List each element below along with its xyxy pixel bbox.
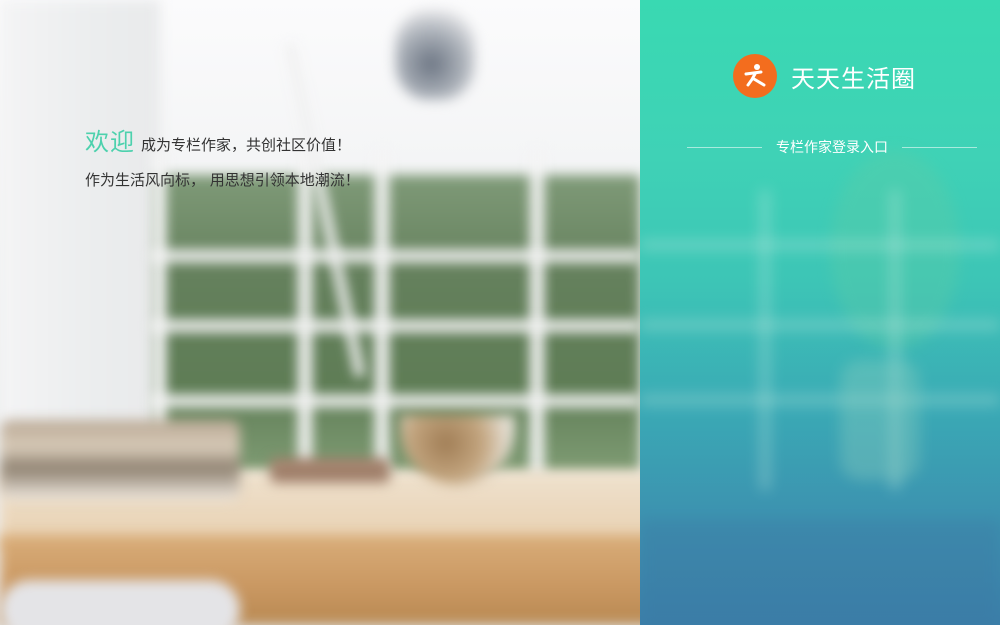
welcome-line-1: 欢迎 成为专栏作家，共创社区价值！ (85, 122, 360, 157)
brand: 天天生活圈 (733, 54, 916, 98)
photo-window-frame (530, 150, 544, 480)
panel-photo-desk (640, 520, 1000, 625)
login-entry-heading: 专栏作家登录入口 (687, 137, 977, 157)
running-person-icon (733, 54, 777, 98)
panel-photo-frame (640, 240, 1000, 250)
photo-lamp-head (395, 10, 475, 100)
panel-photo-frame (640, 395, 1000, 405)
photo-books (0, 420, 240, 500)
login-page: 欢迎 成为专栏作家，共创社区价值！ 作为生活风向标， 用思想引领本地潮流！ 天天… (0, 0, 1000, 625)
divider-right (902, 146, 977, 148)
panel-photo-frame (640, 320, 1000, 330)
photo-window-frame (150, 250, 640, 262)
divider-left (687, 146, 762, 148)
photo-window-frame (298, 150, 312, 480)
photo-cloth (0, 580, 240, 625)
welcome-tagline: 作为生活风向标， 用思想引领本地潮流！ (85, 171, 360, 189)
welcome-subline: 成为专栏作家，共创社区价值！ (141, 136, 352, 154)
login-entry-label: 专栏作家登录入口 (776, 140, 888, 156)
welcome-block: 欢迎 成为专栏作家，共创社区价值！ 作为生活风向标， 用思想引领本地潮流！ (85, 122, 360, 190)
login-panel: 天天生活圈 专栏作家登录入口 (640, 0, 1000, 625)
photo-tray (270, 458, 390, 483)
panel-photo-plant-pot (840, 360, 920, 480)
photo-window-frame (375, 150, 389, 480)
photo-window-frame (150, 320, 640, 332)
brand-name: 天天生活圈 (791, 64, 916, 93)
panel-photo-frame (760, 190, 770, 490)
welcome-headline: 欢迎 (85, 128, 135, 156)
photo-window-frame (150, 395, 640, 407)
